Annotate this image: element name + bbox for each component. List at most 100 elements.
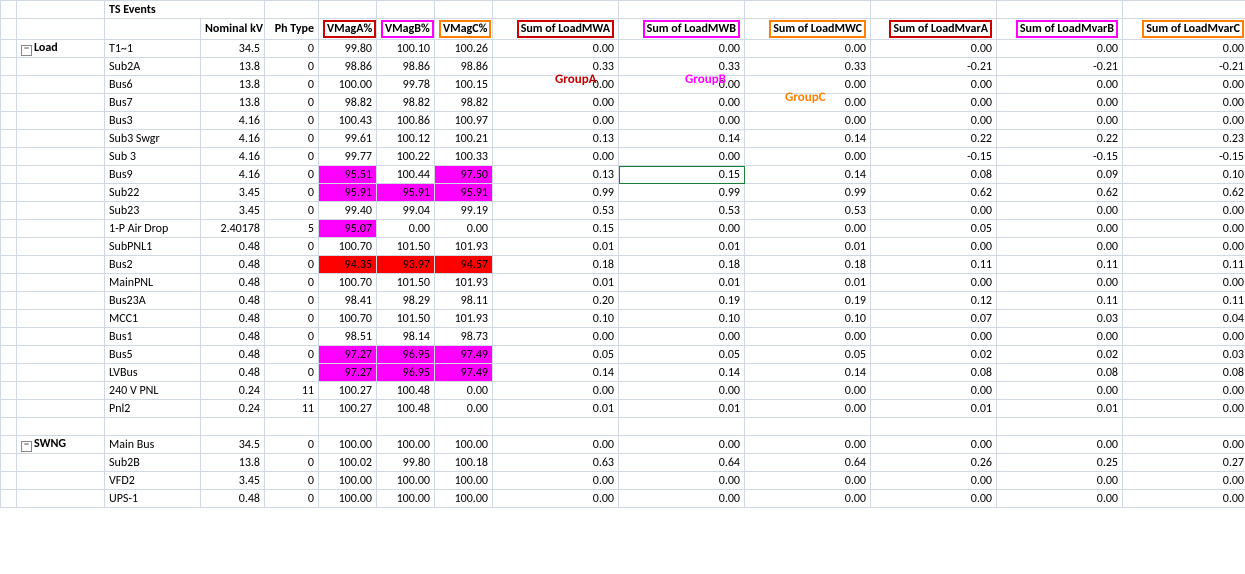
category-cell[interactable]: [17, 292, 105, 310]
category-cell[interactable]: [17, 220, 105, 238]
cell-mwa[interactable]: 0.00: [493, 328, 619, 346]
cell-nominal[interactable]: 3.45: [201, 202, 265, 220]
table-row[interactable]: −SWNGMain Bus34.50100.00100.00100.000.00…: [1, 436, 1245, 454]
cell-mvc[interactable]: 0.62: [1123, 184, 1245, 202]
category-cell[interactable]: [17, 184, 105, 202]
cell-nominal[interactable]: 34.5: [201, 40, 265, 58]
cell-mvc[interactable]: 0.10: [1123, 166, 1245, 184]
category-cell[interactable]: [17, 328, 105, 346]
cell-vc[interactable]: 101.93: [435, 238, 493, 256]
cell-mwb[interactable]: 0.64: [619, 454, 745, 472]
cell-mvb[interactable]: 0.22: [997, 130, 1123, 148]
category-cell[interactable]: [17, 400, 105, 418]
cell-phtype[interactable]: 0: [265, 274, 319, 292]
cell-mvb[interactable]: 0.25: [997, 454, 1123, 472]
cell-phtype[interactable]: 0: [265, 328, 319, 346]
cell-mvb[interactable]: 0.11: [997, 256, 1123, 274]
category-cell[interactable]: [17, 256, 105, 274]
cell-mwb[interactable]: 0.19: [619, 292, 745, 310]
cell-va[interactable]: 100.00: [319, 472, 377, 490]
cell-va[interactable]: 95.07: [319, 220, 377, 238]
cell-phtype[interactable]: 11: [265, 382, 319, 400]
cell-va[interactable]: 100.70: [319, 238, 377, 256]
cell-vb[interactable]: 100.86: [377, 112, 435, 130]
category-cell[interactable]: [17, 148, 105, 166]
cell-mva[interactable]: 0.00: [871, 94, 997, 112]
cell-mvb[interactable]: 0.00: [997, 274, 1123, 292]
cell-mwb[interactable]: 0.99: [619, 184, 745, 202]
cell-mvb[interactable]: 0.00: [997, 220, 1123, 238]
col-ph-type[interactable]: Ph Type: [265, 19, 319, 40]
cell-mwa[interactable]: 0.20: [493, 292, 619, 310]
group-col[interactable]: [1, 112, 17, 130]
category-cell[interactable]: [17, 112, 105, 130]
cell-phtype[interactable]: 0: [265, 40, 319, 58]
cell-va[interactable]: 94.35: [319, 256, 377, 274]
category-cell[interactable]: [17, 238, 105, 256]
cell-mva[interactable]: 0.00: [871, 472, 997, 490]
cell-mwc[interactable]: 0.00: [745, 436, 871, 454]
cell-nominal[interactable]: 0.48: [201, 238, 265, 256]
cell-mva[interactable]: 0.07: [871, 310, 997, 328]
category-cell[interactable]: −SWNG: [17, 436, 105, 454]
cell-vb[interactable]: 100.00: [377, 472, 435, 490]
cell-mva[interactable]: 0.00: [871, 112, 997, 130]
cell-nominal[interactable]: 34.5: [201, 436, 265, 454]
cell-mvc[interactable]: 0.00: [1123, 472, 1245, 490]
cell-vb[interactable]: 96.95: [377, 346, 435, 364]
cell-mwc[interactable]: 0.00: [745, 472, 871, 490]
cell-phtype[interactable]: 0: [265, 310, 319, 328]
cell-va[interactable]: 100.70: [319, 310, 377, 328]
category-cell[interactable]: [17, 454, 105, 472]
cell-mvb[interactable]: 0.00: [997, 76, 1123, 94]
cell-phtype[interactable]: 0: [265, 148, 319, 166]
group-col[interactable]: [1, 58, 17, 76]
cell-phtype[interactable]: 0: [265, 166, 319, 184]
cell-mwc[interactable]: 0.10: [745, 310, 871, 328]
row-name[interactable]: UPS-1: [105, 490, 201, 508]
cell-mva[interactable]: 0.00: [871, 202, 997, 220]
cell-mvb[interactable]: 0.00: [997, 238, 1123, 256]
cell-nominal[interactable]: 0.48: [201, 256, 265, 274]
cell-vb[interactable]: 100.44: [377, 166, 435, 184]
cell-mwb[interactable]: 0.00: [619, 40, 745, 58]
row-name[interactable]: Sub 3: [105, 148, 201, 166]
cell-vb[interactable]: 100.12: [377, 130, 435, 148]
cell-mwb[interactable]: 0.14: [619, 130, 745, 148]
col-loadmvarb[interactable]: Sum of LoadMvarB: [997, 19, 1123, 40]
table-row[interactable]: Sub3 Swgr4.16099.61100.12100.210.130.140…: [1, 130, 1245, 148]
cell-mwb[interactable]: 0.14: [619, 364, 745, 382]
cell-mva[interactable]: 0.00: [871, 490, 997, 508]
row-name[interactable]: Sub2A: [105, 58, 201, 76]
group-col[interactable]: [1, 202, 17, 220]
cell-va[interactable]: 100.27: [319, 400, 377, 418]
cell-mwc[interactable]: 0.01: [745, 274, 871, 292]
cell-mva[interactable]: 0.00: [871, 436, 997, 454]
cell-vc[interactable]: 100.21: [435, 130, 493, 148]
cell-mwb[interactable]: 0.18: [619, 256, 745, 274]
cell-phtype[interactable]: 0: [265, 256, 319, 274]
cell-vb[interactable]: 101.50: [377, 310, 435, 328]
cell-vc[interactable]: 0.00: [435, 382, 493, 400]
cell-phtype[interactable]: 0: [265, 454, 319, 472]
cell-mwa[interactable]: 0.00: [493, 382, 619, 400]
table-row[interactable]: Bus94.16095.51100.4497.500.130.150.140.0…: [1, 166, 1245, 184]
cell-phtype[interactable]: 0: [265, 472, 319, 490]
cell-mvb[interactable]: 0.01: [997, 400, 1123, 418]
cell-vb[interactable]: 100.22: [377, 148, 435, 166]
cell-mva[interactable]: 0.11: [871, 256, 997, 274]
cell-va[interactable]: 100.02: [319, 454, 377, 472]
cell-mwb[interactable]: 0.53: [619, 202, 745, 220]
cell-va[interactable]: 98.51: [319, 328, 377, 346]
cell-mwb[interactable]: 0.01: [619, 238, 745, 256]
cell-nominal[interactable]: 4.16: [201, 166, 265, 184]
group-col[interactable]: [1, 238, 17, 256]
cell-nominal[interactable]: 4.16: [201, 148, 265, 166]
row-name[interactable]: LVBus: [105, 364, 201, 382]
table-row[interactable]: Sub2A13.8098.8698.8698.860.330.330.33-0.…: [1, 58, 1245, 76]
cell-va[interactable]: 98.82: [319, 94, 377, 112]
collapse-icon[interactable]: −: [21, 45, 32, 56]
cell-mwb[interactable]: 0.00: [619, 382, 745, 400]
cell-nominal[interactable]: 13.8: [201, 454, 265, 472]
cell-vc[interactable]: 100.26: [435, 40, 493, 58]
